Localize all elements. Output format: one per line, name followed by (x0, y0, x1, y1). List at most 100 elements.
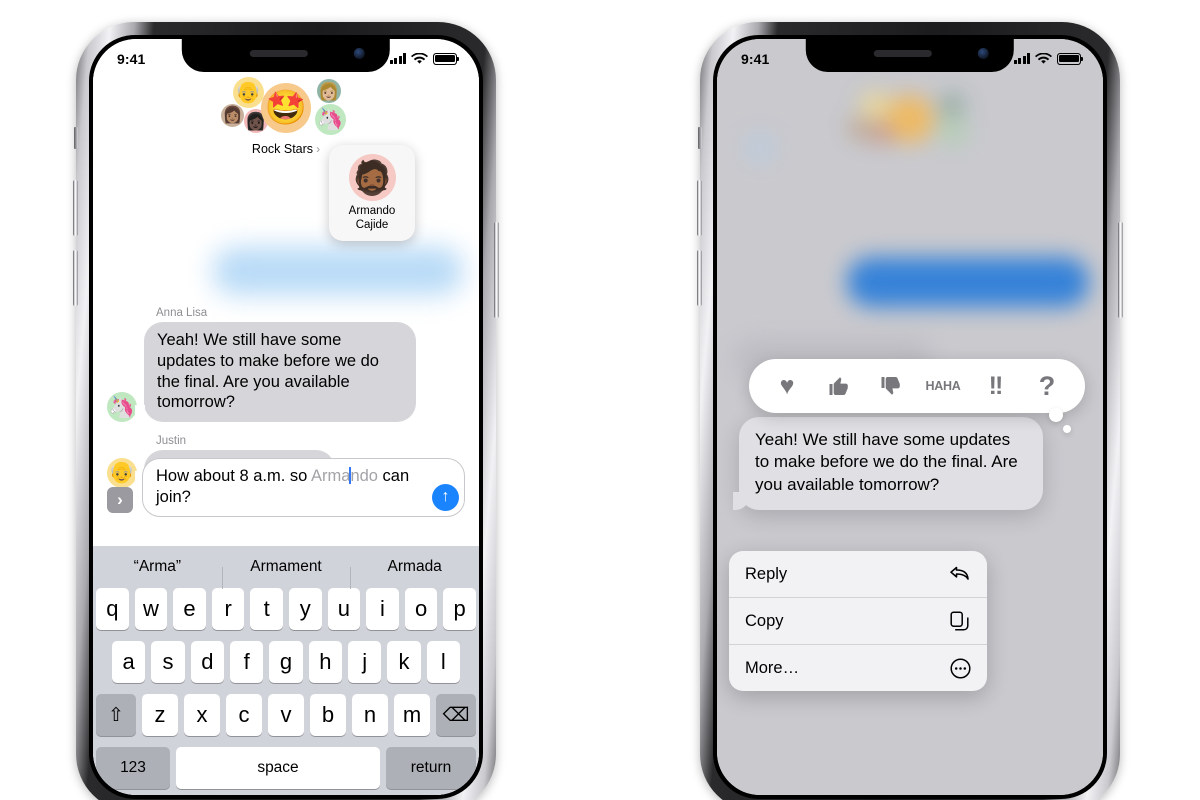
numbers-key[interactable]: 123 (96, 747, 170, 789)
key-k[interactable]: k (387, 641, 421, 683)
status-bar-time: 9:41 (117, 50, 146, 67)
notch (805, 39, 1015, 72)
key-z[interactable]: z (142, 694, 178, 736)
key-t[interactable]: t (250, 588, 283, 630)
key-e[interactable]: e (173, 588, 206, 630)
key-m[interactable]: m (394, 694, 430, 736)
key-n[interactable]: n (352, 694, 388, 736)
key-p[interactable]: p (443, 588, 476, 630)
tapback-thumbs-down-icon[interactable] (865, 367, 917, 405)
context-menu-label: Copy (745, 611, 784, 630)
return-key[interactable]: return (386, 747, 476, 789)
focused-message-bubble[interactable]: Yeah! We still have some updates to make… (733, 417, 1043, 511)
tapback-question-icon[interactable]: ? (1021, 367, 1073, 405)
tapback-haha-icon[interactable]: HA HA (917, 367, 969, 405)
prediction-1[interactable]: Armament (221, 558, 351, 589)
front-camera-icon (354, 48, 366, 59)
message-group-anna-lisa: Anna Lisa 🦄 Yeah! We still have some upd… (107, 307, 465, 423)
key-b[interactable]: b (310, 694, 346, 736)
haha-line-2: HA (943, 378, 961, 393)
delete-key[interactable]: ⌫ (436, 694, 476, 736)
key-u[interactable]: u (327, 588, 361, 630)
key-d[interactable]: d (190, 641, 224, 683)
tapback-thumbs-up-icon[interactable] (813, 367, 865, 405)
key-j[interactable]: j (347, 641, 382, 683)
right-phone-device: 9:41 ♥ HA HA !! ? Yeah! We still have so… (697, 22, 1123, 800)
key-l[interactable]: l (426, 641, 460, 683)
contact-first-name: Armando (348, 205, 396, 217)
predictive-text-bar: “Arma” Armament Armada (93, 546, 479, 589)
more-ellipsis-icon (949, 657, 971, 679)
wifi-icon (1035, 52, 1052, 64)
key-r[interactable]: r (211, 588, 245, 630)
cellular-bars-icon (389, 53, 406, 64)
blurred-sent-bubble (213, 247, 463, 295)
inline-prediction-suffix: ndo (350, 467, 378, 486)
contact-avatar: 🧔🏾 (348, 154, 396, 201)
contact-suggestion-popup[interactable]: 🧔🏾 Armando Cajide (329, 145, 415, 241)
key-y[interactable]: y (289, 588, 322, 630)
space-key[interactable]: space (176, 747, 380, 789)
group-avatar-cluster: 👴 👩🏽 👩🏿 🤩 👩🏼 🦄 (211, 77, 361, 139)
key-x[interactable]: x (184, 694, 220, 736)
volume-down-button[interactable] (697, 250, 702, 306)
sender-name: Anna Lisa (156, 307, 208, 319)
volume-up-button[interactable] (697, 180, 702, 236)
keyboard-row-1: qwertyuiop (93, 588, 479, 630)
key-w[interactable]: w (134, 588, 168, 630)
context-menu-item-more[interactable]: More… (729, 644, 987, 691)
left-phone-device: 9:41 👴 👩🏽 👩🏿 🤩 👩🏼 🦄 Rock Stars › Anna Li… (73, 22, 499, 800)
group-header[interactable]: 👴 👩🏽 👩🏿 🤩 👩🏼 🦄 Rock Stars › (93, 77, 479, 156)
send-button[interactable]: ↑ (432, 484, 459, 511)
prediction-0[interactable]: “Arma” (93, 558, 222, 576)
member-avatar: 👩🏽 (221, 104, 244, 127)
shift-key[interactable]: ⇧ (96, 694, 136, 736)
expand-apps-button[interactable]: › (107, 487, 133, 513)
member-avatar: 👴 (233, 77, 264, 108)
wifi-icon (411, 52, 428, 64)
blurred-group-avatars (840, 91, 980, 147)
tapback-heart-icon[interactable]: ♥ (761, 367, 813, 405)
haha-line-1: HA (925, 378, 944, 393)
key-v[interactable]: v (268, 694, 304, 736)
key-q[interactable]: q (96, 588, 129, 630)
tapback-exclamation-icon[interactable]: !! (969, 367, 1021, 405)
key-h[interactable]: h (308, 641, 342, 683)
message-input-field[interactable]: How about 8 a.m. so Armando can join? ↑ (142, 458, 465, 517)
sender-avatar[interactable]: 🦄 (107, 392, 137, 423)
key-i[interactable]: i (366, 588, 399, 630)
reply-arrow-icon (949, 563, 971, 585)
tapback-tail-dot-large (1049, 408, 1063, 422)
context-menu-item-reply[interactable]: Reply (729, 551, 987, 597)
side-button[interactable] (494, 222, 499, 318)
message-row: 🦄 Yeah! We still have some updates to ma… (107, 322, 465, 423)
side-button[interactable] (1118, 222, 1123, 318)
context-menu-label: Reply (745, 564, 788, 583)
key-f[interactable]: f (230, 641, 264, 683)
keyboard-row-2: asdfghjkl (93, 641, 479, 683)
battery-icon (1057, 52, 1083, 65)
volume-down-button[interactable] (73, 250, 78, 306)
prediction-2[interactable]: Armada (350, 558, 479, 589)
key-a[interactable]: a (112, 641, 146, 683)
incoming-bubble[interactable]: Yeah! We still have some updates to make… (135, 322, 416, 423)
message-input-bar: › How about 8 a.m. so Armando can join? … (107, 458, 465, 517)
cellular-bars-icon (1013, 53, 1030, 64)
member-avatar: 👩🏼 (317, 79, 341, 103)
tapback-reaction-bar: ♥ HA HA !! ? (749, 359, 1085, 433)
key-s[interactable]: s (151, 641, 185, 683)
group-name-row[interactable]: Rock Stars › (252, 142, 320, 156)
member-avatar: 🦄 (315, 104, 346, 135)
context-menu-item-copy[interactable]: Copy (729, 597, 987, 644)
key-o[interactable]: o (404, 588, 438, 630)
blurred-sent-bubble (847, 257, 1089, 307)
group-name-label: Rock Stars (251, 142, 314, 156)
status-bar-time: 9:41 (741, 50, 770, 67)
key-g[interactable]: g (269, 641, 303, 683)
volume-up-button[interactable] (73, 180, 78, 236)
battery-icon (433, 52, 459, 65)
mute-switch[interactable] (698, 127, 702, 149)
mute-switch[interactable] (74, 127, 78, 149)
key-c[interactable]: c (226, 694, 262, 736)
typed-text: How about 8 a.m. so (156, 467, 312, 486)
